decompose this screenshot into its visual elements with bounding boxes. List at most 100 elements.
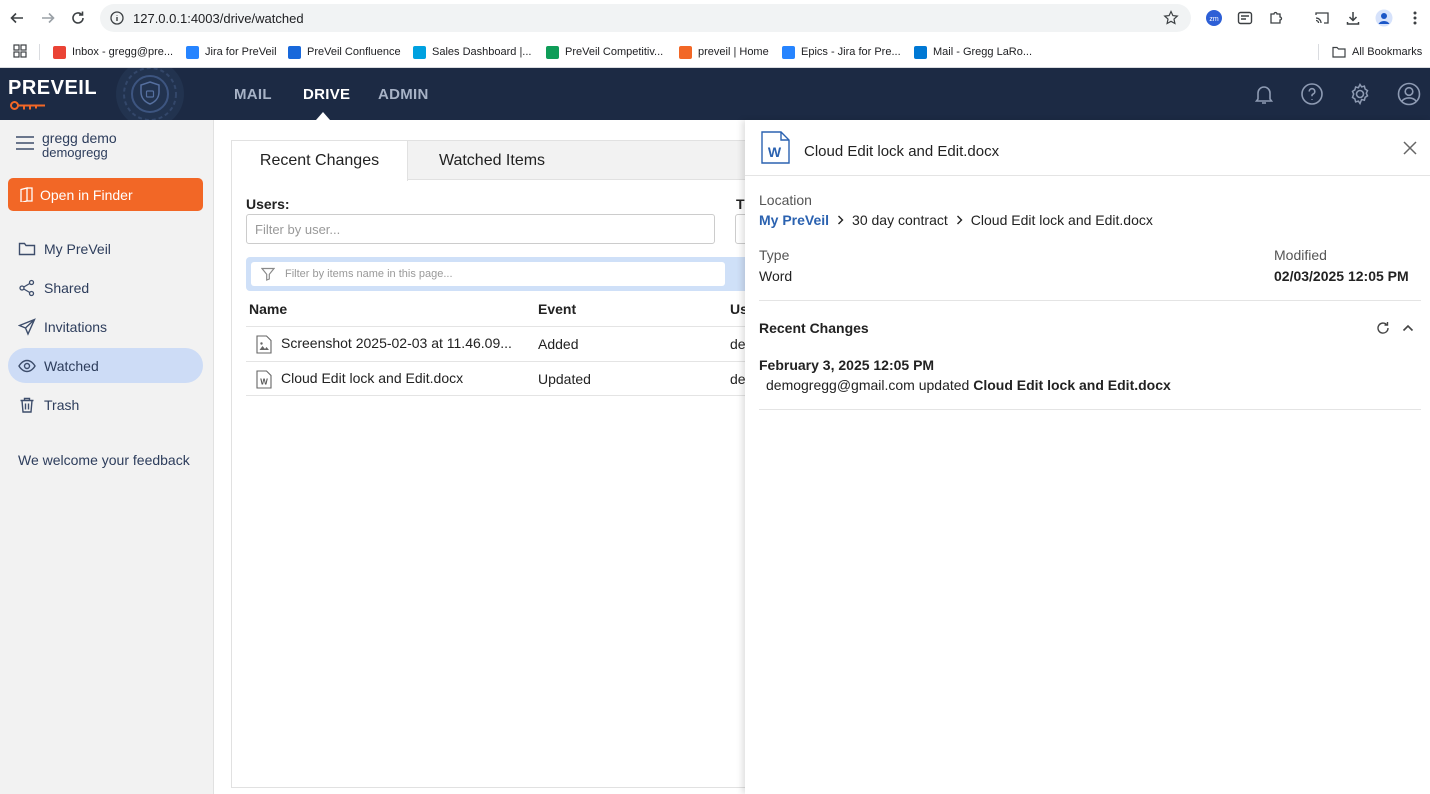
address-bar[interactable]: 127.0.0.1:4003/drive/watched [100, 4, 1191, 32]
help-icon[interactable] [1300, 82, 1324, 106]
svg-text:W: W [768, 144, 782, 160]
refresh-icon[interactable] [1376, 321, 1390, 335]
bell-icon[interactable] [1252, 82, 1276, 106]
all-bookmarks[interactable]: All Bookmarks [1332, 43, 1422, 61]
bookmark-0[interactable]: Inbox - gregg@pre... [53, 43, 173, 61]
trash-icon [18, 396, 36, 414]
change-date: February 3, 2025 12:05 PM [759, 357, 935, 373]
user-name: gregg demo [42, 130, 117, 146]
folder-icon [1332, 46, 1346, 58]
profile-icon[interactable] [1375, 9, 1393, 27]
bookmark-4[interactable]: PreVeil Competitiv... [546, 43, 663, 61]
user-value: de [730, 371, 746, 387]
location-label: Location [759, 192, 812, 208]
breadcrumb-file: Cloud Edit lock and Edit.docx [970, 212, 1153, 228]
sidebar-item-trash[interactable]: Trash [8, 387, 203, 422]
bookmark-3[interactable]: Sales Dashboard |... [413, 43, 531, 61]
word-document-icon: W [761, 131, 790, 164]
breadcrumb-folder[interactable]: 30 day contract [852, 212, 948, 228]
sidebar-item-watched[interactable]: Watched [8, 348, 203, 383]
file-name: Cloud Edit lock and Edit.docx [281, 370, 464, 386]
sidebar-item-shared[interactable]: Shared [8, 270, 203, 305]
puzzle-extensions-icon[interactable] [1267, 9, 1285, 27]
sidebar: gregg demo demogregg Open in Finder My P… [0, 120, 214, 794]
divider [759, 409, 1421, 410]
tab-watched-items[interactable]: Watched Items [408, 141, 576, 180]
nav-drive[interactable]: DRIVE [303, 86, 350, 103]
tab-bar: Recent Changes Watched Items [232, 141, 772, 181]
salesforce-icon [413, 45, 426, 59]
hamburger-menu-icon[interactable] [16, 136, 34, 150]
details-title: Cloud Edit lock and Edit.docx [804, 143, 1000, 160]
back-icon[interactable] [7, 8, 27, 28]
type-label: Type [759, 247, 790, 263]
breadcrumb-my-preveil[interactable]: My PreVeil [759, 212, 829, 228]
filter-bar: Filter by items name in this page... [246, 257, 766, 291]
feedback-link[interactable]: We welcome your feedback [18, 452, 190, 468]
bookmarks-divider [39, 44, 40, 60]
table-row[interactable]: Screenshot 2025-02-03 at 11.46.09... Add… [246, 326, 766, 361]
divider [745, 175, 1430, 176]
type-value: Word [759, 268, 793, 284]
eye-icon [18, 357, 36, 375]
cast-icon[interactable] [1313, 9, 1331, 27]
table-row[interactable]: W Cloud Edit lock and Edit.docx Updated … [246, 361, 766, 396]
close-icon[interactable] [1402, 140, 1418, 156]
preveil-logo[interactable]: PREVEIL [8, 77, 97, 100]
shield-graphic [108, 68, 208, 120]
nav-admin[interactable]: ADMIN [378, 86, 429, 103]
account-icon[interactable] [1397, 82, 1421, 106]
tab-recent-changes[interactable]: Recent Changes [232, 141, 408, 181]
active-nav-indicator [316, 112, 330, 120]
chevron-up-icon[interactable] [1401, 321, 1415, 335]
chevron-right-icon [838, 215, 844, 225]
change-actor: demogregg@gmail.com [766, 377, 915, 393]
browser-menu-icon[interactable] [1406, 9, 1424, 27]
url-text: 127.0.0.1:4003/drive/watched [133, 11, 304, 26]
app-header: PREVEIL MAIL DRIVE ADMIN [0, 68, 1430, 120]
sidebar-item-invitations[interactable]: Invitations [8, 309, 203, 344]
zoom-extension-icon[interactable]: zm [1205, 9, 1223, 27]
bookmark-7[interactable]: Mail - Gregg LaRo... [914, 43, 1032, 61]
sidebar-item-my-preveil[interactable]: My PreVeil [8, 231, 203, 266]
bookmarks-bar: Inbox - gregg@pre... Jira for PreVeil Pr… [0, 36, 1430, 68]
modified-label: Modified [1274, 247, 1327, 263]
browser-toolbar: 127.0.0.1:4003/drive/watched zm [0, 0, 1430, 36]
gmail-icon [53, 45, 66, 59]
type-label: T [736, 196, 745, 212]
bookmarks-divider [1318, 44, 1319, 60]
logo-key-icon [10, 101, 45, 110]
column-header-name[interactable]: Name [249, 301, 287, 317]
user-value: de [730, 336, 746, 352]
reload-icon[interactable] [68, 8, 88, 28]
breadcrumb: My PreVeil 30 day contract Cloud Edit lo… [759, 212, 1153, 228]
bookmark-1[interactable]: Jira for PreVeil [186, 43, 277, 61]
open-in-finder-button[interactable]: Open in Finder [8, 178, 203, 211]
event-value: Added [538, 336, 579, 352]
user-id: demogregg [42, 145, 108, 160]
sheets-icon [546, 45, 559, 59]
gear-icon[interactable] [1348, 82, 1372, 106]
bookmark-star-icon[interactable] [1163, 10, 1179, 26]
apps-grid-icon[interactable] [13, 44, 27, 58]
event-value: Updated [538, 371, 591, 387]
filter-items-input[interactable]: Filter by items name in this page... [251, 262, 725, 286]
nav-mail[interactable]: MAIL [234, 86, 272, 103]
svg-text:W: W [260, 378, 268, 387]
download-icon[interactable] [1344, 9, 1362, 27]
file-name: Screenshot 2025-02-03 at 11.46.09... [281, 335, 512, 351]
site-info-icon[interactable] [110, 11, 124, 25]
outlook-icon [914, 45, 927, 59]
column-header-event[interactable]: Event [538, 301, 576, 317]
bookmark-2[interactable]: PreVeil Confluence [288, 43, 401, 61]
confluence-icon [288, 45, 301, 59]
share-icon [18, 279, 36, 297]
recent-changes-heading: Recent Changes [759, 320, 869, 336]
users-filter-input[interactable]: Filter by user... [246, 214, 715, 244]
extension-icon[interactable] [1236, 9, 1254, 27]
bookmark-6[interactable]: Epics - Jira for Pre... [782, 43, 901, 61]
image-file-icon [256, 335, 272, 354]
forward-icon[interactable] [38, 8, 58, 28]
bookmark-5[interactable]: preveil | Home [679, 43, 769, 61]
divider [759, 300, 1421, 301]
